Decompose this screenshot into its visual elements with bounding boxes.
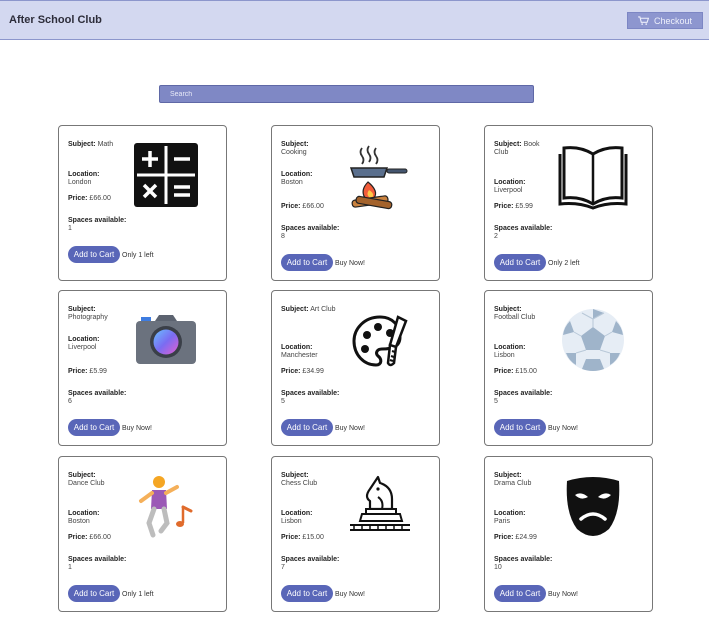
add-to-cart-button[interactable]: Add to Cart <box>68 246 120 263</box>
subject-field: Subject: Drama Club <box>494 472 532 487</box>
price-field: Price: £5.99 <box>494 203 533 210</box>
price-field: Price: £24.99 <box>494 534 537 541</box>
cart-icon <box>638 16 649 25</box>
subject-field: Subject: Book Club <box>494 141 540 156</box>
stock-status: Buy Now! <box>335 260 365 267</box>
search-input[interactable] <box>159 85 534 103</box>
location-field: Location: Manchester <box>281 344 318 359</box>
club-card-dance: Subject: Dance Club Location: Boston Price… <box>58 456 227 612</box>
price-field: Price: £66.00 <box>68 195 111 202</box>
cooking-pan-icon <box>349 145 408 210</box>
add-to-cart-button[interactable]: Add to Cart <box>494 254 546 271</box>
price-field: Price: £66.00 <box>68 534 111 541</box>
dancer-icon <box>139 476 193 538</box>
subject-field: Subject: Football Club <box>494 306 536 321</box>
checkout-label: Checkout <box>653 15 693 26</box>
spaces-field: Spaces available: 2 <box>494 225 553 240</box>
palette-icon <box>352 315 408 367</box>
stock-status: Buy Now! <box>122 425 152 432</box>
location-field: Location: Liverpool <box>68 336 100 351</box>
club-card-drama: Subject: Drama Club Location: Paris Price:… <box>484 456 653 612</box>
add-to-cart-button[interactable]: Add to Cart <box>68 585 120 602</box>
location-field: Location: Boston <box>281 171 313 186</box>
calculator-icon <box>134 143 198 207</box>
stock-status: Only 1 left <box>122 252 154 259</box>
subject-field: Subject: Math <box>68 141 114 148</box>
spaces-field: Spaces available: 5 <box>281 390 340 405</box>
add-to-cart-button[interactable]: Add to Cart <box>494 585 546 602</box>
club-card-math: Subject: Math Location: London Price: £66… <box>58 125 227 281</box>
app-title: After School Club <box>9 14 102 26</box>
club-card-photography: Subject: Photography Location: Liverpool P… <box>58 290 227 446</box>
club-card-cooking: Subject: Cooking Location: Boston Price: £… <box>271 125 440 281</box>
subject-field: Subject: Dance Club <box>68 472 105 487</box>
price-field: Price: £66.00 <box>281 203 324 210</box>
location-field: Location: Liverpool <box>494 179 526 194</box>
price-field: Price: £15.00 <box>494 368 537 375</box>
spaces-field: Spaces available: 1 <box>68 556 127 571</box>
add-to-cart-button[interactable]: Add to Cart <box>494 419 546 436</box>
stock-status: Only 1 left <box>122 591 154 598</box>
stock-status: Buy Now! <box>335 591 365 598</box>
club-card-book: Subject: Book Club Location: Liverpool Pr… <box>484 125 653 281</box>
location-field: Location: London <box>68 171 100 186</box>
subject-field: Subject: Art Club <box>281 306 336 313</box>
price-field: Price: £34.99 <box>281 368 324 375</box>
subject-field: Subject: Photography <box>68 306 108 321</box>
add-to-cart-button[interactable]: Add to Cart <box>281 419 333 436</box>
camera-icon <box>136 315 196 364</box>
add-to-cart-button[interactable]: Add to Cart <box>68 419 120 436</box>
stock-status: Only 2 left <box>548 260 580 267</box>
spaces-field: Spaces available: 6 <box>68 390 127 405</box>
top-bar: After School Club Checkout <box>0 0 709 40</box>
subject-field: Subject: Cooking <box>281 141 309 156</box>
checkout-button[interactable]: Checkout <box>627 12 703 29</box>
drama-mask-icon <box>566 477 620 536</box>
location-field: Location: Lisbon <box>281 510 313 525</box>
subject-field: Subject: Chess Club <box>281 472 318 487</box>
price-field: Price: £5.99 <box>68 368 107 375</box>
location-field: Location: Paris <box>494 510 526 525</box>
stock-status: Buy Now! <box>548 591 578 598</box>
club-card-chess: Subject: Chess Club Location: Lisbon Price… <box>271 456 440 612</box>
spaces-field: Spaces available: 10 <box>494 556 553 571</box>
club-card-football: Subject: Football Club Location: Lisbon Pr… <box>484 290 653 446</box>
location-field: Location: Boston <box>68 510 100 525</box>
club-card-art: Subject: Art Club Location: Manchester Pr… <box>271 290 440 446</box>
add-to-cart-button[interactable]: Add to Cart <box>281 585 333 602</box>
spaces-field: Spaces available: 7 <box>281 556 340 571</box>
spaces-field: Spaces available: 5 <box>494 390 553 405</box>
stock-status: Buy Now! <box>335 425 365 432</box>
open-book-icon <box>558 146 628 210</box>
spaces-field: Spaces available: 1 <box>68 217 127 232</box>
stock-status: Buy Now! <box>548 425 578 432</box>
chess-knight-icon <box>350 475 410 531</box>
spaces-field: Spaces available: 8 <box>281 225 340 240</box>
price-field: Price: £15.00 <box>281 534 324 541</box>
location-field: Location: Lisbon <box>494 344 526 359</box>
soccer-ball-icon <box>562 309 624 371</box>
add-to-cart-button[interactable]: Add to Cart <box>281 254 333 271</box>
